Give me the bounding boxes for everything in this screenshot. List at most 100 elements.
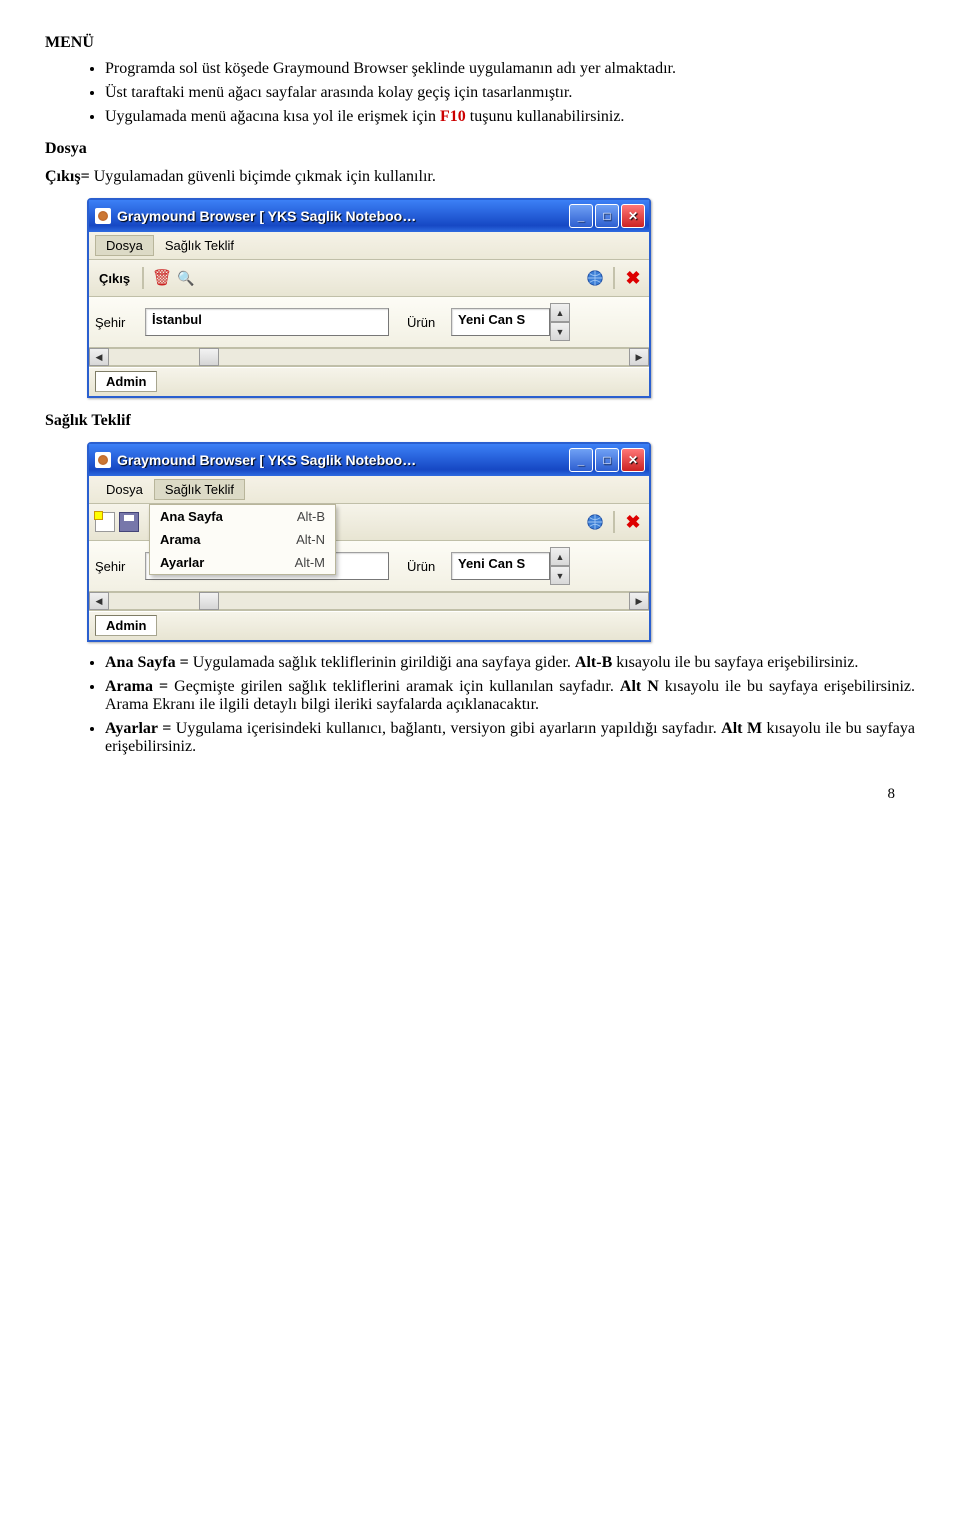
shortcut-key: Alt M	[721, 720, 762, 737]
app-window-1: Graymound Browser [ YKS Saglik Noteboo… …	[87, 198, 651, 398]
scroll-right-icon[interactable]: ▶	[629, 348, 649, 366]
scroll-left-icon[interactable]: ◀	[89, 348, 109, 366]
dropdown-saglik-teklif: Ana Sayfa Alt-B Arama Alt-N Ayarlar Alt-…	[149, 504, 336, 575]
menubar: Dosya Sağlık Teklif	[89, 476, 649, 504]
menu-saglik-teklif[interactable]: Sağlık Teklif	[154, 235, 245, 256]
new-doc-icon[interactable]	[95, 512, 115, 532]
product-input[interactable]: Yeni Can S	[451, 552, 550, 580]
menu-dosya[interactable]: Dosya	[95, 235, 154, 256]
window-title: Graymound Browser [ YKS Saglik Noteboo…	[117, 208, 569, 224]
menubar-wrap: Dosya Sağlık Teklif ✖ Ana Sayfa Alt-B Ar…	[89, 476, 649, 541]
titlebar: Graymound Browser [ YKS Saglik Noteboo… …	[89, 200, 649, 232]
status-admin: Admin	[95, 615, 157, 636]
bullet-item: Ayarlar = Uygulama içerisindeki kullanıc…	[105, 720, 915, 756]
heading-dosya: Dosya	[45, 140, 915, 158]
red-cross-icon[interactable]: ✖	[623, 268, 643, 288]
scroll-right-icon[interactable]: ▶	[629, 592, 649, 610]
statusbar: Admin	[89, 611, 649, 640]
globe-icon[interactable]	[585, 512, 605, 532]
term: Ayarlar =	[105, 720, 171, 737]
minimize-button[interactable]: _	[569, 448, 593, 472]
bullet-item: Programda sol üst köşede Graymound Brows…	[105, 60, 915, 78]
menu-saglik-teklif[interactable]: Sağlık Teklif	[154, 479, 245, 500]
scroll-track	[219, 348, 629, 366]
cikis-line: Çıkış= Uygulamadan güvenli biçimde çıkma…	[45, 168, 915, 186]
search-icon[interactable]: 🔍	[176, 268, 196, 288]
text: tuşunu kullanabilirsiniz.	[466, 108, 625, 125]
maximize-button[interactable]: □	[595, 448, 619, 472]
menu-label: Ayarlar	[160, 555, 204, 570]
toolbar-divider	[613, 511, 615, 533]
close-button[interactable]: ✕	[621, 448, 645, 472]
menu-label: Ana Sayfa	[160, 509, 223, 524]
titlebar: Graymound Browser [ YKS Saglik Noteboo… …	[89, 444, 649, 476]
scroll-up-icon[interactable]: ▲	[550, 547, 570, 566]
menubar: Dosya Sağlık Teklif	[89, 232, 649, 260]
toolbar-cikis[interactable]: Çıkış	[95, 269, 134, 288]
scroll-track	[109, 592, 199, 610]
globe-icon[interactable]	[585, 268, 605, 288]
maximize-button[interactable]: □	[595, 204, 619, 228]
city-input[interactable]: İstanbul	[145, 308, 389, 336]
text: Uygulamada menü ağacına kısa yol ile eri…	[105, 108, 440, 125]
page-number: 8	[45, 786, 915, 803]
vertical-scrollbar[interactable]: ▲ ▼	[550, 303, 568, 341]
menu-item-anasayfa[interactable]: Ana Sayfa Alt-B	[150, 505, 335, 528]
scroll-thumb[interactable]	[199, 348, 219, 366]
shortcut-key: Alt-B	[575, 654, 612, 671]
scroll-down-icon[interactable]: ▼	[550, 566, 570, 585]
scroll-track	[109, 348, 199, 366]
text: Uygulamada sağlık tekliflerinin girildiğ…	[189, 654, 575, 671]
minimize-icon: _	[578, 209, 585, 223]
product-input[interactable]: Yeni Can S	[451, 308, 550, 336]
text: Geçmişte girilen sağlık tekliflerini ara…	[168, 678, 620, 695]
text: Uygulamadan güvenli biçimde çıkmak için …	[90, 168, 436, 185]
menu-item-ayarlar[interactable]: Ayarlar Alt-M	[150, 551, 335, 574]
dropdown-panel: Ana Sayfa Alt-B Arama Alt-N Ayarlar Alt-…	[149, 504, 336, 575]
bottom-bullet-list: Ana Sayfa = Uygulamada sağlık teklifleri…	[45, 654, 915, 756]
scroll-track	[219, 592, 629, 610]
maximize-icon: □	[603, 453, 610, 467]
menu-shortcut: Alt-B	[297, 509, 325, 524]
scroll-left-icon[interactable]: ◀	[89, 592, 109, 610]
menu-dosya[interactable]: Dosya	[95, 479, 154, 500]
fields-row: Şehir İstanbul Ürün Yeni Can S ▲ ▼	[89, 297, 649, 348]
window-buttons: _ □ ✕	[569, 204, 645, 228]
bullet-item: Üst taraftaki menü ağacı sayfalar arasın…	[105, 84, 915, 102]
menu-label: Arama	[160, 532, 200, 547]
save-icon[interactable]	[119, 512, 139, 532]
maximize-icon: □	[603, 209, 610, 223]
horizontal-scrollbar[interactable]: ◀ ▶	[89, 348, 649, 367]
scroll-thumb[interactable]	[199, 592, 219, 610]
java-icon	[95, 452, 111, 468]
shortcut-key: F10	[440, 108, 466, 125]
close-button[interactable]: ✕	[621, 204, 645, 228]
text: Uygulama içerisindeki kullanıcı, bağlant…	[171, 720, 721, 737]
city-label: Şehir	[95, 315, 145, 330]
minimize-button[interactable]: _	[569, 204, 593, 228]
shortcut-key: Alt N	[620, 678, 659, 695]
vertical-scrollbar[interactable]: ▲ ▼	[550, 547, 568, 585]
term: Arama =	[105, 678, 168, 695]
window-buttons: _ □ ✕	[569, 448, 645, 472]
product-label: Ürün	[407, 315, 451, 330]
menu-item-arama[interactable]: Arama Alt-N	[150, 528, 335, 551]
heading-menu: MENÜ	[45, 34, 915, 52]
close-icon: ✕	[628, 453, 638, 467]
bullet-item: Ana Sayfa = Uygulamada sağlık teklifleri…	[105, 654, 915, 672]
statusbar: Admin	[89, 367, 649, 396]
scroll-down-icon[interactable]: ▼	[550, 322, 570, 341]
red-cross-icon[interactable]: ✖	[623, 512, 643, 532]
horizontal-scrollbar[interactable]: ◀ ▶	[89, 592, 649, 611]
cikis-label: Çıkış=	[45, 168, 90, 185]
scroll-up-icon[interactable]: ▲	[550, 303, 570, 322]
bullet-item: Arama = Geçmişte girilen sağlık teklifle…	[105, 678, 915, 714]
close-icon: ✕	[628, 209, 638, 223]
product-label: Ürün	[407, 559, 451, 574]
minimize-icon: _	[578, 453, 585, 467]
toolbar-divider	[613, 267, 615, 289]
top-bullet-list: Programda sol üst köşede Graymound Brows…	[45, 60, 915, 126]
trash-icon[interactable]: 🗑	[152, 268, 172, 288]
heading-saglik-teklif: Sağlık Teklif	[45, 412, 915, 430]
menu-shortcut: Alt-N	[296, 532, 325, 547]
